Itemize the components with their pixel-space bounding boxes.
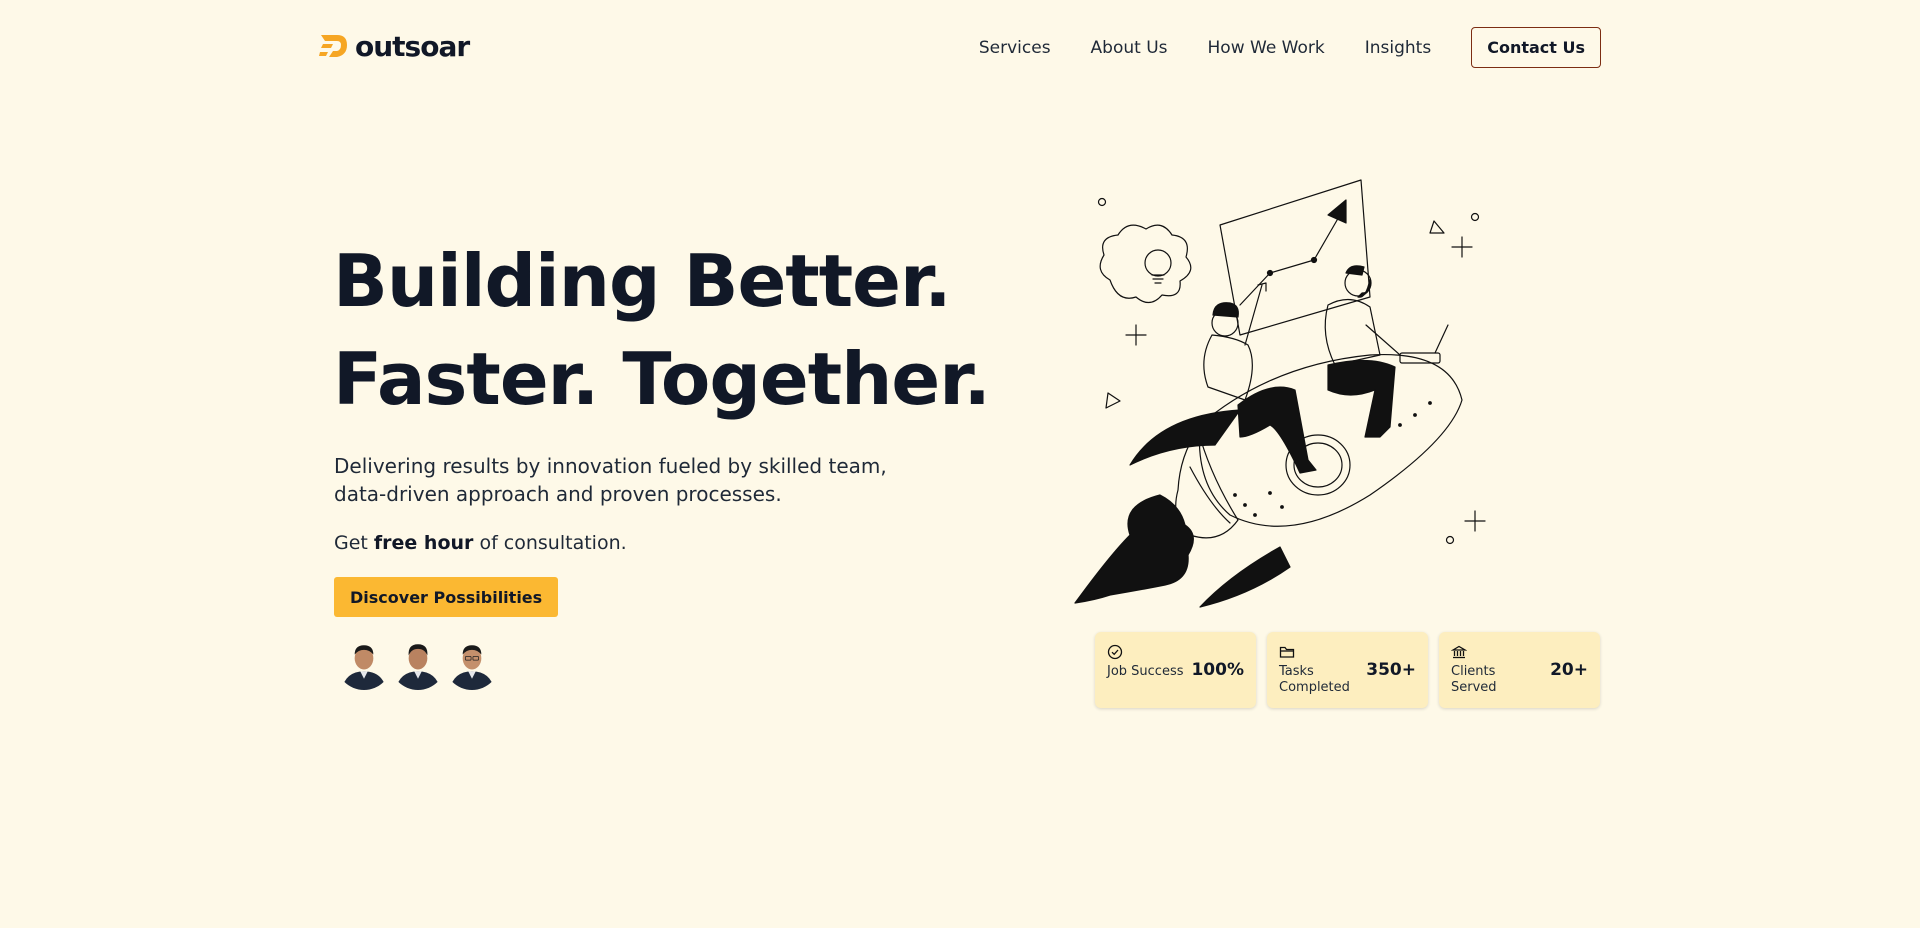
- bank-icon: [1450, 645, 1468, 659]
- contact-us-button[interactable]: Contact Us: [1471, 27, 1601, 68]
- offer-suffix: of consultation.: [473, 532, 627, 554]
- avatar: [334, 632, 394, 692]
- nav-services[interactable]: Services: [979, 38, 1051, 58]
- rocket-team-illustration: [1074, 179, 1486, 608]
- stat-label: Job Success: [1107, 664, 1184, 679]
- main-nav: Services About Us How We Work Insights C…: [979, 27, 1601, 68]
- avatar: [442, 632, 502, 692]
- logo-mark-icon: [319, 34, 347, 57]
- hero-subtitle: Delivering results by innovation fueled …: [334, 454, 887, 506]
- stat-value: 350+: [1366, 660, 1416, 680]
- logo[interactable]: outsoar: [319, 30, 470, 63]
- stat-card-job-success: Job Success 100%: [1095, 632, 1256, 708]
- stat-label: Clients Served: [1451, 664, 1497, 695]
- logo-text: outsoar: [355, 30, 470, 63]
- check-circle-icon: [1107, 644, 1123, 660]
- hero-title-line-1: Building Better.: [333, 239, 952, 323]
- nav-how-we-work[interactable]: How We Work: [1208, 38, 1325, 58]
- hero-title-line-2: Faster. Together.: [333, 337, 991, 421]
- hero-title: Building Better. Faster. Together.: [333, 232, 991, 428]
- page: outsoar Services About Us How We Work In…: [0, 0, 1920, 928]
- discover-possibilities-button[interactable]: Discover Possibilities: [334, 577, 559, 617]
- nav-about-us[interactable]: About Us: [1091, 38, 1168, 58]
- team-avatars: [334, 632, 502, 692]
- folder-icon: [1279, 646, 1295, 658]
- stat-value: 100%: [1191, 660, 1244, 680]
- offer-highlight: free hour: [373, 532, 474, 554]
- stat-label: Tasks Completed: [1279, 664, 1350, 695]
- avatar: [388, 632, 448, 692]
- stat-card-clients-served: Clients Served 20+: [1439, 632, 1600, 708]
- offer-prefix: Get: [334, 532, 374, 554]
- nav-insights[interactable]: Insights: [1365, 38, 1431, 58]
- consultation-offer: Get free hour of consultation.: [334, 532, 627, 554]
- stat-card-tasks-completed: Tasks Completed 350+: [1267, 632, 1428, 708]
- stat-value: 20+: [1550, 660, 1588, 680]
- stats-row: Job Success 100% Tasks Completed 350+ Cl…: [1095, 632, 1600, 708]
